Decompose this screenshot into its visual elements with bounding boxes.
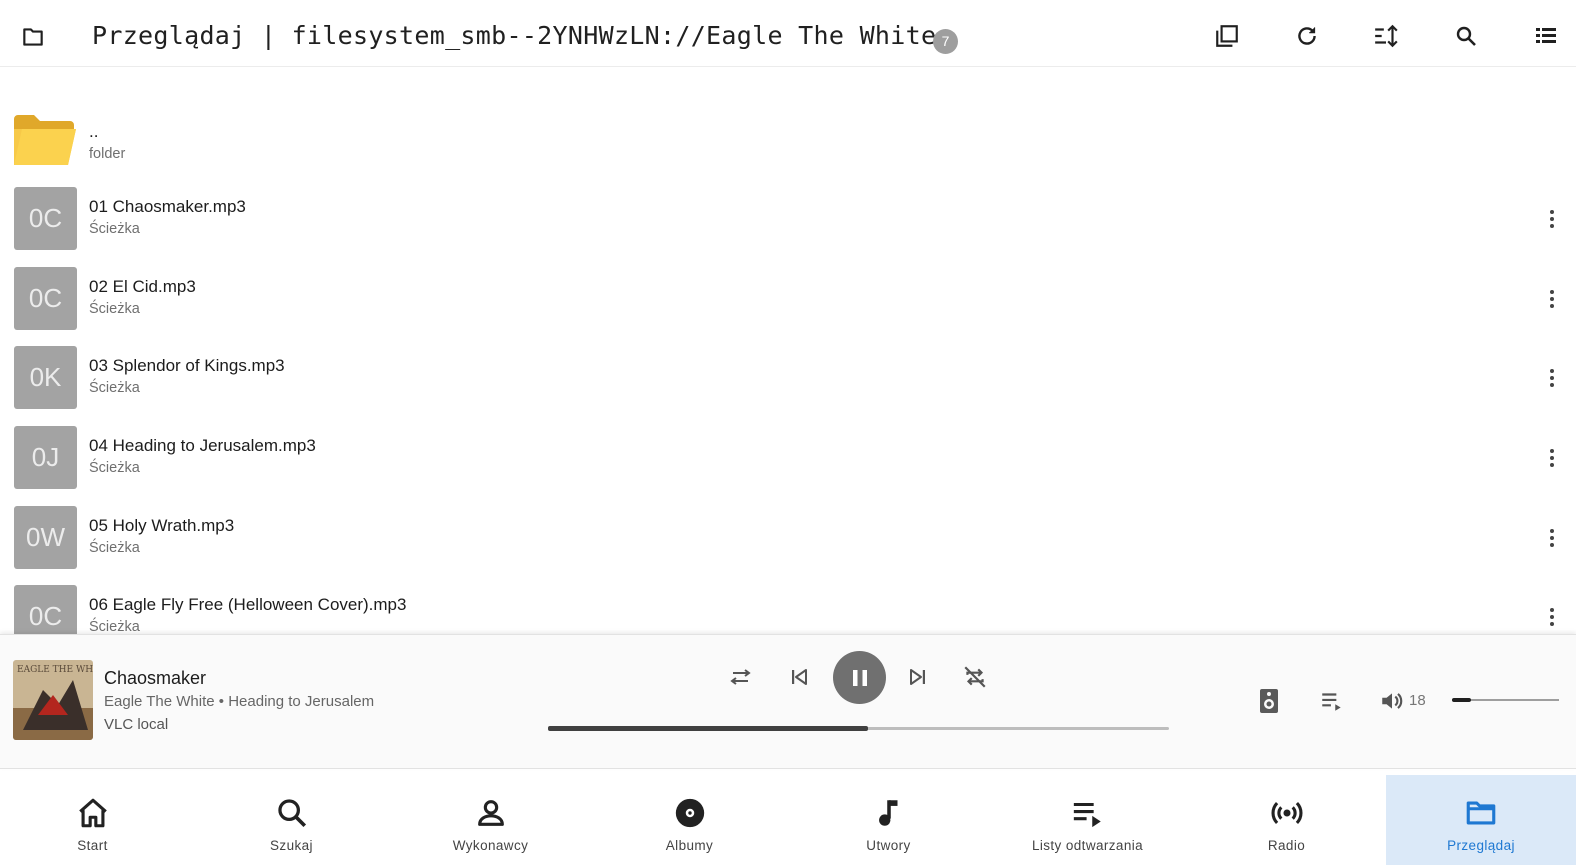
browse-list: .. folder 0C 01 Chaosmaker.mp3 Ścieżka 0… [0,104,1576,634]
seek-bar[interactable] [548,726,1169,731]
skip-previous-icon[interactable] [785,663,813,691]
shuffle-icon[interactable] [728,663,756,691]
nav-item-browse[interactable]: Przeglądaj [1386,775,1576,865]
list-item[interactable]: 0J 04 Heading to Jerusalem.mp3 Ścieżka [0,426,1576,506]
nav-item-radio[interactable]: Radio [1187,775,1386,865]
nav-item-playlists[interactable]: Listy odtwarzania [988,775,1187,865]
list-item[interactable]: 0C 01 Chaosmaker.mp3 Ścieżka [0,187,1576,267]
folder-icon[interactable] [19,24,47,50]
person-icon [473,795,509,831]
list-item-title: 02 El Cid.mp3 [89,277,196,296]
more-vert-icon[interactable] [1540,446,1564,470]
list-item-title: 05 Holy Wrath.mp3 [89,516,235,535]
nav-label: Start [77,838,108,853]
list-view-icon[interactable] [1532,22,1560,50]
pause-button[interactable] [833,651,886,704]
sort-icon[interactable] [1372,22,1400,50]
nav-label: Utwory [866,838,911,853]
folder-open-icon [14,115,76,165]
list-item-subtitle: folder [89,146,126,162]
now-playing-subtitle[interactable]: Eagle The White • Heading to Jerusalem [104,693,374,710]
list-item-title: .. [89,122,99,141]
list-item-subtitle: Ścieżka [89,460,140,476]
more-vert-icon[interactable] [1540,526,1564,550]
now-playing-title[interactable]: Chaosmaker [104,668,206,689]
track-thumbnail: 0J [14,426,77,489]
more-vert-icon[interactable] [1540,287,1564,311]
list-item[interactable]: 0C 06 Eagle Fly Free (Helloween Cover).m… [0,585,1576,634]
nav-item-search[interactable]: Szukaj [192,775,391,865]
list-item-title: 03 Splendor of Kings.mp3 [89,356,285,375]
nav-item-albums[interactable]: Albumy [590,775,789,865]
item-count-badge: 7 [933,29,958,54]
list-item-title: 04 Heading to Jerusalem.mp3 [89,436,316,455]
player-output-name: VLC local [104,716,169,733]
volume-level: 18 [1409,692,1426,709]
nav-label: Listy odtwarzania [1031,838,1144,853]
search-icon [274,795,310,831]
page-title: Przeglądaj | filesystem_smb--2YNHWzLN://… [92,21,937,50]
nav-item-artists[interactable]: Wykonawcy [391,775,590,865]
nav-label: Radio [1267,838,1306,853]
player-bar: EAGLE THE WHITE Chaosmaker Eagle The Whi… [0,634,1576,769]
select-icon[interactable] [1213,22,1241,50]
list-item-subtitle: Ścieżka [89,301,140,317]
list-item[interactable]: 0W 05 Holy Wrath.mp3 Ścieżka [0,506,1576,586]
track-thumbnail: 0K [14,346,77,409]
list-item[interactable]: 0K 03 Splendor of Kings.mp3 Ścieżka [0,346,1576,426]
bottom-navigation: Start Szukaj Wykonawcy Albumy Utwory Lis… [0,775,1576,865]
list-item-subtitle: Ścieżka [89,221,140,237]
playlist-icon [1070,795,1106,831]
radio-icon [1269,795,1305,831]
list-item-subtitle: Ścieżka [89,380,140,396]
top-app-bar: Przeglądaj | filesystem_smb--2YNHWzLN://… [0,0,1576,67]
album-icon [672,795,708,831]
repeat-off-icon[interactable] [961,663,989,691]
home-icon [75,795,111,831]
volume-slider-fill [1452,698,1472,702]
more-vert-icon[interactable] [1540,207,1564,231]
cover-text: EAGLE THE WHITE [17,665,93,675]
search-icon[interactable] [1452,22,1480,50]
skip-next-icon[interactable] [904,663,932,691]
album-cover[interactable]: EAGLE THE WHITE [13,660,93,740]
more-vert-icon[interactable] [1540,366,1564,390]
speaker-icon[interactable] [1255,687,1283,715]
nav-item-start[interactable]: Start [0,775,192,865]
volume-slider[interactable] [1452,698,1559,702]
track-thumbnail: 0C [14,187,77,250]
parent-folder-row[interactable]: .. folder [0,112,1576,192]
folder-icon [1463,795,1499,831]
nav-label: Szukaj [270,838,313,853]
list-item-subtitle: Ścieżka [89,619,140,634]
track-thumbnail: 0C [14,267,77,330]
nav-item-tracks[interactable]: Utwory [789,775,988,865]
nav-label: Przeglądaj [1447,838,1515,853]
music-note-icon [871,795,907,831]
more-vert-icon[interactable] [1540,605,1564,629]
track-thumbnail: 0C [14,585,77,634]
queue-icon[interactable] [1318,687,1346,715]
track-thumbnail: 0W [14,506,77,569]
nav-label: Albumy [665,838,714,853]
list-item-title: 06 Eagle Fly Free (Helloween Cover).mp3 [89,595,407,614]
list-item-subtitle: Ścieżka [89,540,140,556]
refresh-icon[interactable] [1293,22,1321,50]
seek-bar-fill [548,726,868,731]
pause-icon [849,667,871,689]
list-item-title: 01 Chaosmaker.mp3 [89,197,246,216]
list-item[interactable]: 0C 02 El Cid.mp3 Ścieżka [0,267,1576,347]
nav-label: Wykonawcy [452,838,529,853]
volume-icon[interactable] [1378,687,1406,715]
